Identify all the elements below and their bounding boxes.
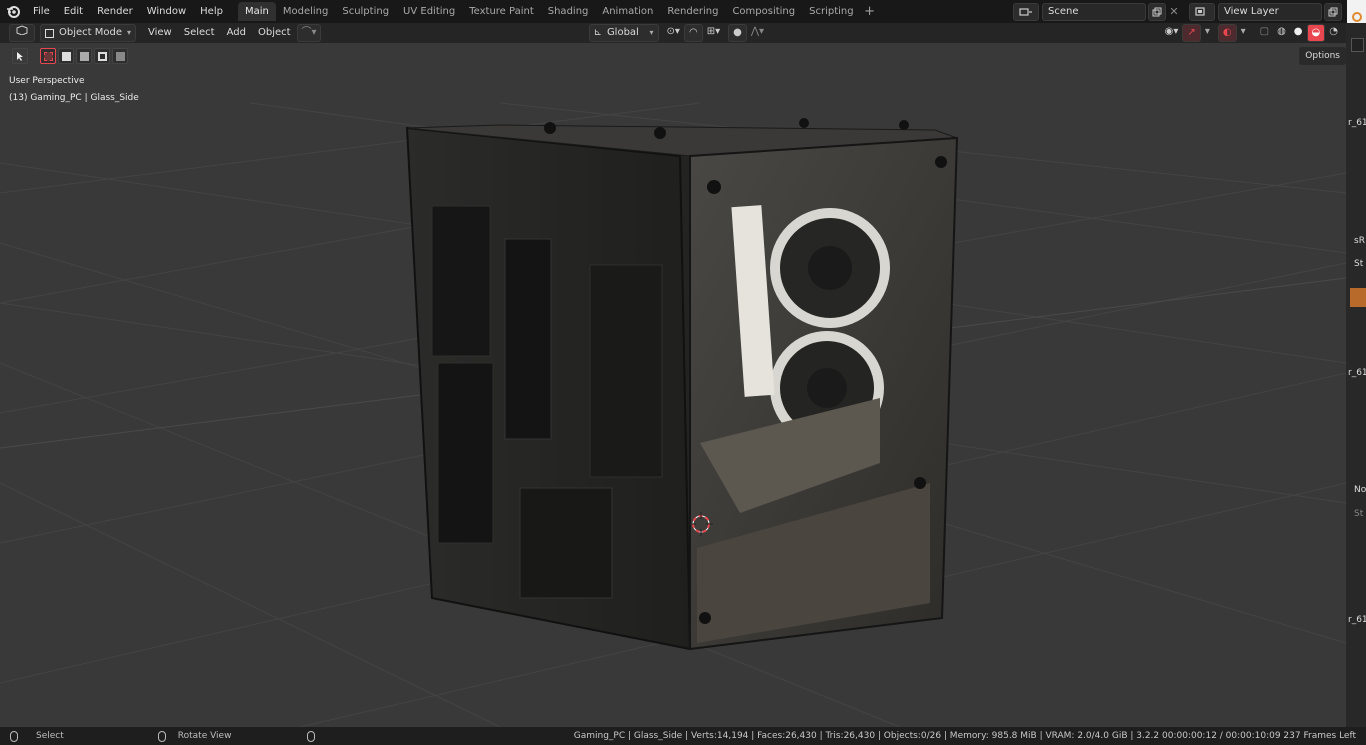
select-subtract-icon[interactable] xyxy=(76,48,92,64)
3d-viewport[interactable]: User Perspective (13) Gaming_PC | Glass_… xyxy=(0,43,1346,727)
select-invert-icon[interactable] xyxy=(94,48,110,64)
sidebar-row-6: St xyxy=(1354,509,1364,519)
menu-help[interactable]: Help xyxy=(193,0,230,23)
menu-select[interactable]: Select xyxy=(178,23,221,43)
view-layer-icon[interactable] xyxy=(1189,2,1215,21)
sidebar-orange-bar xyxy=(1350,288,1366,307)
xray-icon[interactable]: ▢ xyxy=(1256,24,1273,42)
right-sidebar-strip: r_61 sR St r_61 No St r_61 xyxy=(1346,23,1366,727)
gizmo-dropdown-icon[interactable]: ⌒▾ xyxy=(296,24,321,42)
menu-file[interactable]: File xyxy=(26,0,57,23)
rendered-shading-icon[interactable]: ◔ xyxy=(1325,24,1342,42)
orientation-label: Global xyxy=(606,27,639,38)
tab-uv-editing[interactable]: UV Editing xyxy=(396,2,462,21)
mouse-left-icon xyxy=(10,730,18,742)
view-layer-name-field[interactable]: View Layer xyxy=(1218,2,1322,21)
view-layer-selector: View Layer xyxy=(1189,2,1342,21)
copy-view-layer-icon[interactable] xyxy=(1324,2,1342,21)
add-workspace-button[interactable]: + xyxy=(861,2,879,21)
blender-logo-icon[interactable] xyxy=(0,5,26,19)
tab-modeling[interactable]: Modeling xyxy=(276,2,336,21)
sidebar-row-4: r_61 xyxy=(1348,368,1366,378)
pivot-icon[interactable]: ⊙▾ xyxy=(663,24,684,42)
status-select-label: Select xyxy=(36,731,64,741)
select-new-square xyxy=(43,51,53,61)
menu-render[interactable]: Render xyxy=(90,0,140,23)
tool-spacer xyxy=(30,48,38,64)
mouse-middle-icon xyxy=(157,730,166,742)
menu-window[interactable]: Window xyxy=(140,0,193,23)
mode-selector[interactable]: Object Mode ▾ xyxy=(40,24,136,42)
tab-main[interactable]: Main xyxy=(237,2,276,21)
gizmo-options-icon[interactable]: ▾ xyxy=(1201,24,1214,42)
close-scene-icon[interactable]: ✕ xyxy=(1166,5,1182,18)
status-rotate-label: Rotate View xyxy=(177,731,232,741)
copy-scene-icon[interactable] xyxy=(1148,2,1166,21)
select-new-icon[interactable] xyxy=(40,48,56,64)
menu-add[interactable]: Add xyxy=(221,23,252,43)
solid-shading-icon[interactable]: ● xyxy=(1290,24,1307,42)
falloff-icon[interactable]: ⋀▾ xyxy=(747,24,768,42)
overlay-icon[interactable]: ◐ xyxy=(1217,24,1237,42)
pc-case-model[interactable] xyxy=(405,118,959,651)
sidebar-row-7: r_61 xyxy=(1348,615,1366,625)
viewport-header: Object Mode ▾ View Select Add Object ⌒▾ … xyxy=(0,23,1346,43)
object-mode-icon xyxy=(45,28,54,38)
workspace-tabs: Main Modeling Sculpting UV Editing Textu… xyxy=(237,0,879,23)
tab-scripting[interactable]: Scripting xyxy=(802,2,860,21)
options-button[interactable]: Options xyxy=(1299,47,1346,65)
wireframe-shading-icon[interactable]: ◍ xyxy=(1273,24,1290,42)
gizmo-icon[interactable]: ↗ xyxy=(1182,24,1201,42)
active-object-label: (13) Gaming_PC | Glass_Side xyxy=(9,93,139,103)
visibility-icon[interactable]: ◉▾ xyxy=(1161,24,1183,42)
tab-sculpting[interactable]: Sculpting xyxy=(335,2,396,21)
top-menu-bar: File Edit Render Window Help Main Modeli… xyxy=(0,0,1366,34)
material-shading-icon[interactable]: ◒ xyxy=(1306,24,1326,42)
scene-statistics: Gaming_PC | Glass_Side | Verts:14,194 | … xyxy=(573,731,1356,741)
status-rotate: Rotate View xyxy=(157,730,232,742)
sidebar-row-3: St xyxy=(1354,259,1364,269)
status-select: Select xyxy=(10,730,64,742)
snap-target-icon[interactable]: ⊞▾ xyxy=(703,24,724,42)
editor-type-icon[interactable] xyxy=(9,24,35,42)
perspective-label: User Perspective xyxy=(9,76,85,86)
sidebar-row-5: No xyxy=(1354,485,1366,495)
orientation-icon: ⊾ xyxy=(593,27,602,38)
snap-icon[interactable]: ◠ xyxy=(683,24,703,42)
proportional-icon[interactable]: ● xyxy=(728,24,747,42)
sidebar-row-2: sR xyxy=(1354,236,1365,246)
mouse-right-icon xyxy=(307,730,316,742)
menu-view[interactable]: View xyxy=(142,23,178,43)
scene-icon[interactable] xyxy=(1013,2,1039,21)
chevron-down-icon: ▾ xyxy=(649,28,654,37)
select-intersect-square xyxy=(115,51,125,61)
select-subtract-square xyxy=(79,51,89,61)
selection-tools xyxy=(12,48,128,64)
viewport-grid xyxy=(0,102,1346,727)
select-extend-square xyxy=(61,51,71,61)
select-tool-icon[interactable] xyxy=(12,48,28,64)
properties-tab[interactable] xyxy=(1351,38,1364,52)
overlay-options-icon[interactable]: ▾ xyxy=(1237,24,1250,42)
scene-selector: Scene ✕ xyxy=(1013,2,1182,21)
select-invert-square xyxy=(97,51,107,61)
scene-name-field[interactable]: Scene xyxy=(1042,2,1146,21)
select-extend-icon[interactable] xyxy=(58,48,74,64)
tab-compositing[interactable]: Compositing xyxy=(725,2,802,21)
tab-animation[interactable]: Animation xyxy=(595,2,660,21)
orientation-selector[interactable]: ⊾ Global ▾ xyxy=(588,24,659,42)
menu-object[interactable]: Object xyxy=(252,23,297,43)
tab-shading[interactable]: Shading xyxy=(541,2,596,21)
mode-label: Object Mode xyxy=(59,27,122,38)
status-bar: Select Rotate View Gaming_PC | Glass_Sid… xyxy=(0,727,1366,745)
menu-edit[interactable]: Edit xyxy=(57,0,90,23)
tab-rendering[interactable]: Rendering xyxy=(660,2,725,21)
sidebar-row-1: r_61 xyxy=(1348,118,1366,128)
status-extra xyxy=(307,730,321,742)
tab-texture-paint[interactable]: Texture Paint xyxy=(462,2,541,21)
select-intersect-icon[interactable] xyxy=(112,48,128,64)
chevron-down-icon: ▾ xyxy=(126,28,131,37)
